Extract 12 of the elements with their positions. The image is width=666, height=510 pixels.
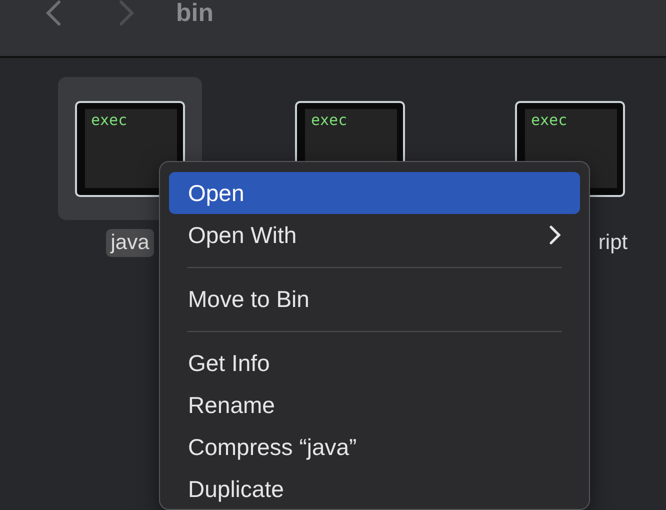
menu-item[interactable]: Move to Bin <box>169 278 580 320</box>
file-name: ript <box>597 230 629 256</box>
executable-file-icon: exec <box>75 100 185 196</box>
menu-item[interactable]: Compress “java” <box>169 426 580 468</box>
forward-icon[interactable] <box>118 0 136 26</box>
menu-item[interactable]: Get Info <box>169 342 580 384</box>
menu-item[interactable]: Rename <box>169 384 580 426</box>
menu-item[interactable]: Duplicate <box>169 468 580 509</box>
file-name: java <box>106 229 154 257</box>
window-title: bin <box>176 0 214 29</box>
menu-item[interactable]: Open <box>169 172 580 214</box>
back-icon[interactable] <box>44 0 62 26</box>
